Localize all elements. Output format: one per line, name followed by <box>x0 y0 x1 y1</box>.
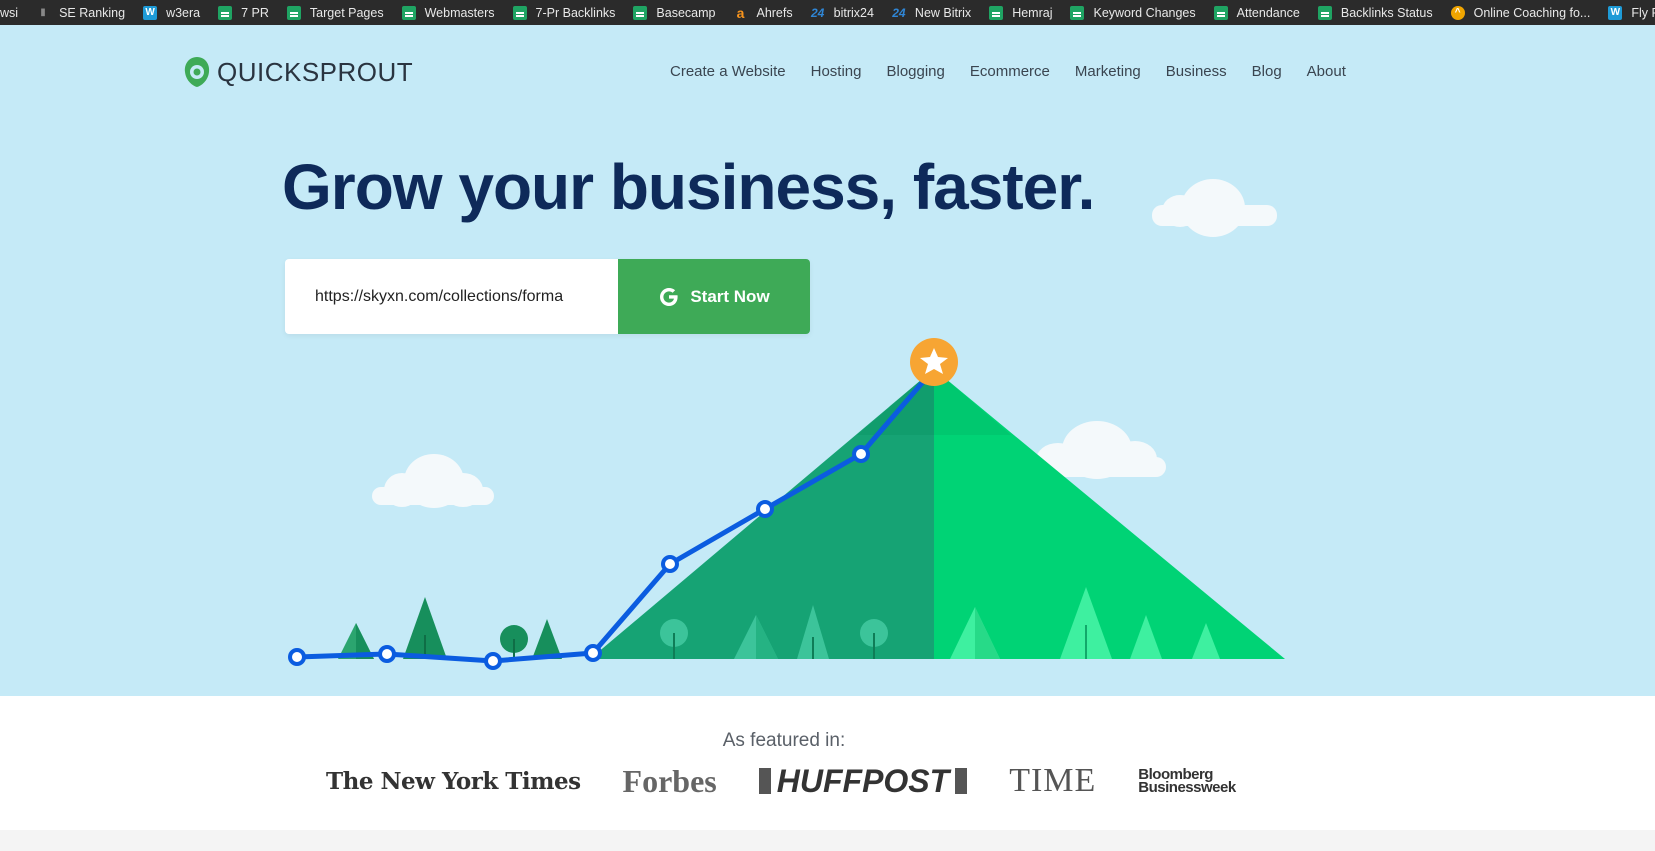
growth-point <box>756 500 774 518</box>
sheet-icon <box>633 5 648 20</box>
nav-business[interactable]: Business <box>1166 63 1227 80</box>
sheet-icon <box>1213 5 1228 20</box>
bookmark-item[interactable]: ▮ SE Ranking <box>36 0 125 25</box>
bookmark-item[interactable]: Attendance <box>1213 0 1300 25</box>
main-nav: Create a Website Hosting Blogging Ecomme… <box>670 63 1371 80</box>
google-g-icon <box>660 287 678 306</box>
nav-create-website[interactable]: Create a Website <box>670 63 786 80</box>
featured-label: As featured in: <box>722 730 846 751</box>
bookmark-label: Basecamp <box>656 5 716 20</box>
nyt-logo: The New York Times <box>326 767 581 795</box>
time-logo: TIME <box>1009 762 1097 799</box>
bookmark-label: Ahrefs <box>756 5 793 20</box>
bookmark-item[interactable]: Target Pages <box>286 0 384 25</box>
nav-about[interactable]: About <box>1307 63 1346 80</box>
bookmark-item[interactable]: wsi <box>0 0 18 25</box>
bookmark-label: Keyword Changes <box>1093 5 1196 20</box>
bookmark-label: Fly Fishing in Chi <box>1631 5 1655 20</box>
nav-blogging[interactable]: Blogging <box>886 63 944 80</box>
growth-illustration <box>288 179 1285 670</box>
bookmark-label: SE Ranking <box>59 5 126 20</box>
logo[interactable]: QUICKSPROUT <box>183 55 413 89</box>
nav-blog[interactable]: Blog <box>1252 63 1282 80</box>
bookmark-item[interactable]: 7 PR <box>218 0 269 25</box>
bookmark-item[interactable]: Keyword Changes <box>1070 0 1196 25</box>
bookmark-item[interactable]: a Ahrefs <box>733 0 793 25</box>
bookmark-label: Hemraj <box>1012 5 1053 20</box>
bookmark-label: bitrix24 <box>833 5 874 20</box>
bookmark-item[interactable]: ^ Online Coaching fo... <box>1450 0 1591 25</box>
bookmark-item[interactable]: Hemraj <box>989 0 1052 25</box>
bloomberg-logo: Bloomberg Businessweek <box>1138 766 1236 796</box>
bitrix-icon: 24 <box>892 5 906 20</box>
growth-point <box>288 648 306 666</box>
featured-section: As featured in: The New York Times Forbe… <box>0 696 1655 830</box>
bookmark-item[interactable]: Basecamp <box>633 0 715 25</box>
bookmark-label: 7-Pr Backlinks <box>535 5 616 20</box>
cloud <box>1152 179 1277 237</box>
bottom-strip <box>0 830 1655 851</box>
bookmark-item[interactable]: Ww3era <box>143 0 200 25</box>
growth-point <box>484 652 502 670</box>
bookmark-label: 7 PR <box>241 5 269 20</box>
bookmarks-bar: wsi ▮ SE Ranking Ww3era 7 PR Target Pages Webm… <box>0 0 1655 25</box>
bookmark-label: Attendance <box>1236 5 1300 20</box>
url-form: Start Now <box>285 259 810 334</box>
start-now-label: Start Now <box>690 286 770 306</box>
bookmark-label: Target Pages <box>309 5 384 20</box>
growth-point <box>661 555 679 573</box>
sheet-icon <box>401 5 416 20</box>
sheet-icon <box>512 5 527 20</box>
bookmark-label: New Bitrix <box>914 5 972 20</box>
bookmark-label: w3era <box>166 5 201 20</box>
hero-headline: Grow your business, faster. <box>282 151 1095 223</box>
bookmark-item[interactable]: 24 New Bitrix <box>892 0 971 25</box>
nav-hosting[interactable]: Hosting <box>811 63 862 80</box>
sheet-icon <box>218 5 233 20</box>
bookmark-label: Backlinks Status <box>1340 5 1433 20</box>
forbes-logo: Forbes <box>622 762 717 799</box>
bars-icon: ▮ <box>40 7 46 18</box>
sheet-icon <box>1070 5 1085 20</box>
w-icon: W <box>1608 5 1623 20</box>
sheet-icon <box>286 5 301 20</box>
hero-section: QUICKSPROUT Create a Website Hosting Blo… <box>0 25 1655 696</box>
coaching-icon: ^ <box>1450 5 1465 20</box>
bookmark-item[interactable]: Webmasters <box>401 0 495 25</box>
huffpost-logo: HUFFPOST <box>758 765 968 797</box>
bookmark-label: Online Coaching fo... <box>1473 5 1591 20</box>
start-now-button[interactable]: Start Now <box>618 259 810 334</box>
bookmark-label: Webmasters <box>424 5 495 20</box>
bitrix-icon: 24 <box>810 5 825 20</box>
growth-point <box>584 644 602 662</box>
nav-ecommerce[interactable]: Ecommerce <box>970 63 1050 80</box>
w-icon: W <box>143 5 158 20</box>
growth-point <box>378 645 396 663</box>
url-input[interactable] <box>285 259 618 334</box>
nav-marketing[interactable]: Marketing <box>1075 63 1141 80</box>
sprout-logo-icon <box>184 57 210 87</box>
bookmark-item[interactable]: Backlinks Status <box>1317 0 1433 25</box>
bookmark-item[interactable]: 24 bitrix24 <box>811 0 874 25</box>
growth-point <box>852 445 870 463</box>
bookmark-label: wsi <box>0 5 19 20</box>
mountain <box>590 369 1285 659</box>
ahrefs-icon: a <box>736 4 745 21</box>
press-logos: The New York Times Forbes HUFFPOST TIME … <box>326 762 1280 800</box>
bookmark-item[interactable]: W Fly Fishing in Chi <box>1608 0 1655 25</box>
star-icon <box>910 338 958 386</box>
sheet-icon <box>1317 5 1332 20</box>
bookmark-item[interactable]: 7-Pr Backlinks <box>512 0 616 25</box>
logo-text: QUICKSPROUT <box>217 56 414 87</box>
sheet-icon <box>989 5 1004 20</box>
cloud <box>372 454 494 508</box>
